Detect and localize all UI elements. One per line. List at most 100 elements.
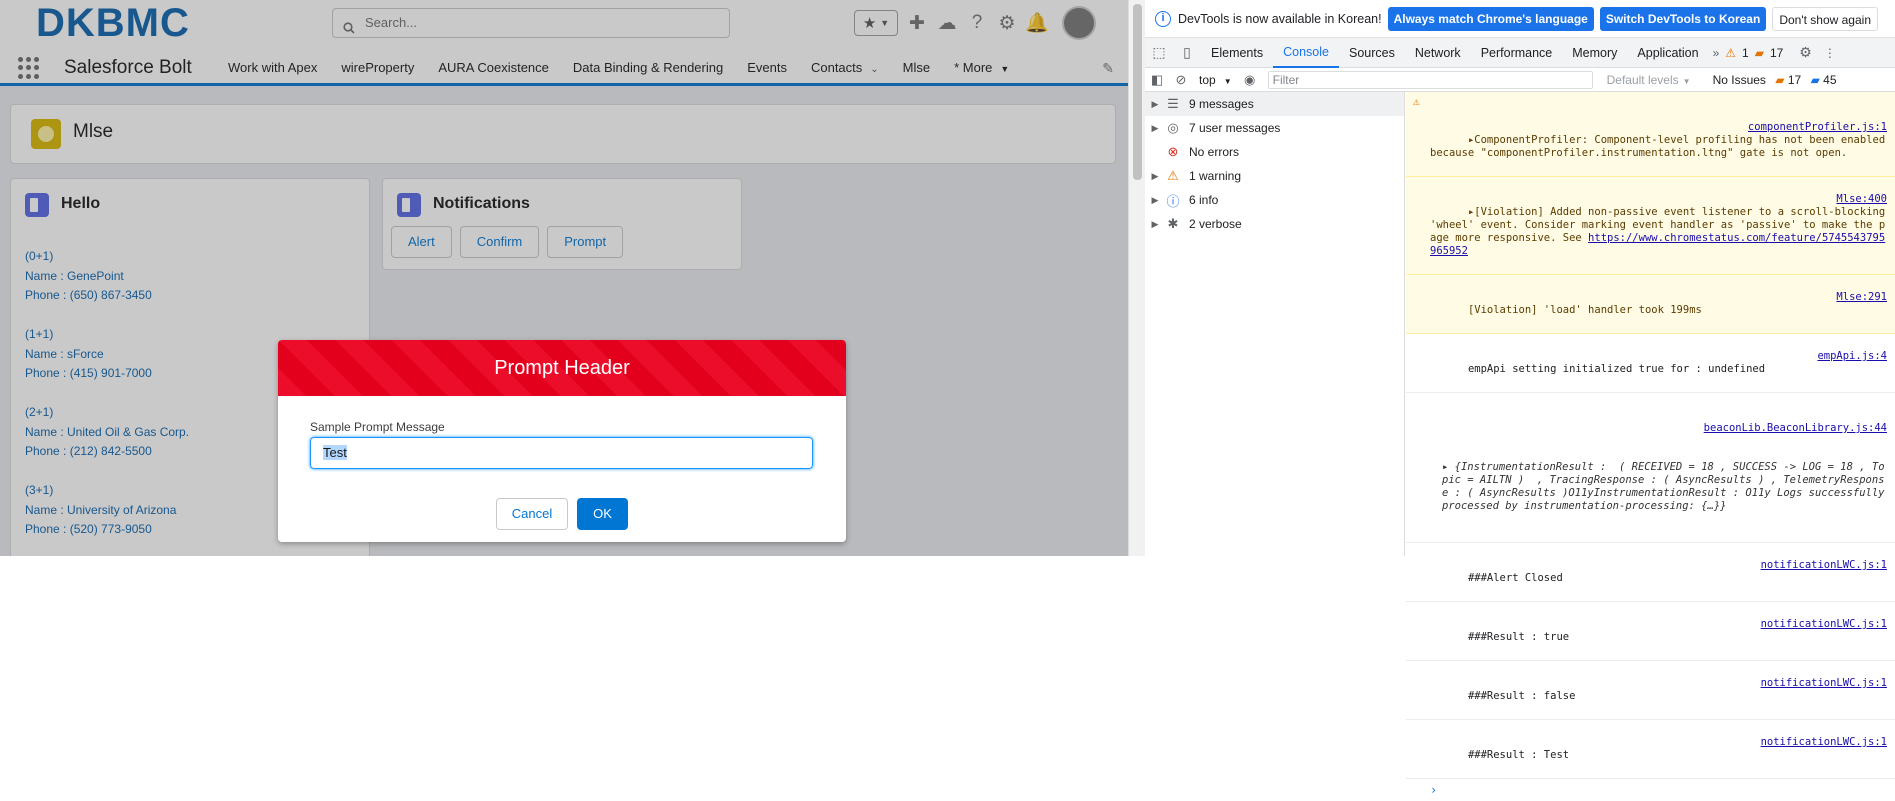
cancel-button[interactable]: Cancel — [496, 498, 568, 530]
console-message-violation: Mlse:291 [Violation] 'load' handler took… — [1406, 275, 1895, 334]
expand-arrow-icon[interactable]: ▸ — [1442, 461, 1448, 473]
modal-header: Prompt Header — [278, 340, 846, 396]
source-link[interactable]: notificationLWC.js:1 — [1761, 559, 1887, 572]
info-icon: i — [1155, 10, 1171, 27]
list-icon: ☰ — [1167, 96, 1179, 111]
message-text: [Violation] 'load' handler took 199ms — [1467, 304, 1702, 316]
sidebar-item-warnings[interactable]: ▶ ⚠ 1 warning — [1145, 164, 1404, 188]
expand-arrow-icon[interactable]: ▶ — [1145, 195, 1165, 206]
dont-show-again-button[interactable]: Don't show again — [1772, 6, 1878, 31]
page-scrollbar[interactable] — [1128, 0, 1145, 556]
filter-input[interactable]: Filter — [1267, 70, 1593, 89]
warning-count[interactable]: 1 — [1742, 46, 1749, 60]
banner-text: DevTools is now available in Korean! — [1178, 11, 1382, 26]
switch-korean-button[interactable]: Switch DevTools to Korean — [1599, 6, 1767, 31]
user-icon: ◎ — [1167, 120, 1179, 135]
console-filterbar: ◧ ⊘ top ▼ ◉ Filter Default levels ▼ No Iss… — [1145, 68, 1895, 92]
kebab-menu-icon[interactable]: ⋮ — [1824, 46, 1836, 60]
error-icon: ⊗ — [1167, 144, 1179, 159]
devtools-panel: i DevTools is now available in Korean! A… — [1145, 0, 1895, 797]
console-message: empApi.js:4 empApi setting initialized t… — [1406, 334, 1895, 393]
tab-network[interactable]: Network — [1405, 39, 1471, 67]
language-banner: i DevTools is now available in Korean! A… — [1145, 0, 1895, 38]
log-levels-label: Default levels — [1606, 72, 1679, 87]
inspect-element-icon[interactable]: ⬚ — [1145, 44, 1173, 61]
source-link[interactable]: notificationLWC.js:1 — [1761, 677, 1887, 690]
sidebar-item-verbose[interactable]: ▶ ✱ 2 verbose — [1145, 212, 1404, 236]
tab-memory[interactable]: Memory — [1562, 39, 1627, 67]
console-message: notificationLWC.js:1 ###Result : Test — [1406, 720, 1895, 779]
console-message-violation: Mlse:400 ▸[Violation] Added non-passive … — [1406, 177, 1895, 275]
console-message: notificationLWC.js:1 ###Alert Closed — [1406, 543, 1895, 602]
console-message: notificationLWC.js:1 ###Result : true — [1406, 602, 1895, 661]
sidebar-item-user-messages[interactable]: ▶ ◎ 7 user messages — [1145, 116, 1404, 140]
tab-performance[interactable]: Performance — [1471, 39, 1563, 67]
source-link[interactable]: Mlse:291 — [1836, 291, 1887, 304]
caret-down-icon: ▼ — [1223, 76, 1232, 86]
console-prompt[interactable]: › — [1406, 779, 1895, 801]
source-link[interactable]: notificationLWC.js:1 — [1761, 736, 1887, 749]
message-object[interactable]: ▸ {InstrumentationResult : ( RECEIVED = … — [1430, 461, 1887, 513]
message-text: ###Result : false — [1467, 690, 1576, 702]
more-tabs-icon[interactable]: » — [1713, 46, 1720, 60]
expand-arrow-icon[interactable]: ▶ — [1145, 99, 1165, 110]
message-text: ###Alert Closed — [1467, 572, 1563, 584]
tabbar-right: » ⚠ 1 ▰ 17 ⚙ ⋮ — [1713, 44, 1836, 61]
console-message: beaconLib.BeaconLibrary.js:44 ▸ {Instrum… — [1406, 393, 1895, 543]
console-sidebar: ▶ ☰ 9 messages ▶ ◎ 7 user messages ⊗ No error… — [1145, 92, 1405, 556]
issue-count[interactable]: 17 — [1770, 46, 1783, 60]
issues-summary[interactable]: No Issues ▰ 17 ▰ 45 — [1713, 73, 1837, 87]
source-link[interactable]: empApi.js:4 — [1817, 350, 1887, 363]
device-toolbar-icon[interactable]: ▯ — [1173, 44, 1201, 61]
ok-button[interactable]: OK — [577, 498, 628, 530]
expand-arrow-icon[interactable]: ▶ — [1145, 171, 1165, 182]
issues-label: No Issues — [1712, 72, 1766, 87]
bug-icon: ✱ — [1167, 216, 1179, 231]
sidebar-item-messages[interactable]: ▶ ☰ 9 messages — [1145, 92, 1404, 116]
issues-count-b: 45 — [1823, 72, 1837, 87]
sidebar-item-label: 1 warning — [1189, 169, 1242, 183]
sidebar-item-info[interactable]: ▶ ⓘ 6 info — [1145, 188, 1404, 212]
tab-elements[interactable]: Elements — [1201, 39, 1273, 67]
log-levels-dropdown[interactable]: Default levels ▼ — [1607, 73, 1691, 87]
source-link[interactable]: beaconLib.BeaconLibrary.js:44 — [1430, 422, 1887, 435]
sidebar-item-label: 9 messages — [1189, 97, 1254, 111]
clear-console-icon[interactable]: ⊘ — [1169, 72, 1193, 88]
match-language-button[interactable]: Always match Chrome's language — [1387, 6, 1594, 31]
source-link[interactable]: notificationLWC.js:1 — [1761, 618, 1887, 631]
eye-icon[interactable]: ◉ — [1238, 72, 1262, 88]
message-text: ###Result : Test — [1467, 749, 1570, 761]
message-text: ComponentProfiler: Component-level profi… — [1430, 134, 1892, 159]
sidebar-item-label: 2 verbose — [1189, 217, 1242, 231]
caret-down-icon: ▼ — [1682, 76, 1691, 86]
sidebar-item-label: 6 info — [1189, 193, 1219, 207]
expand-arrow-icon[interactable]: ▶ — [1145, 219, 1165, 230]
gear-icon[interactable]: ⚙ — [1799, 44, 1812, 61]
sidebar-item-label: 7 user messages — [1189, 121, 1281, 135]
salesforce-app: DKBMC Search... ★ ▼ ✚ ☁ ? ⚙ 🔔 Salesforce … — [0, 0, 1128, 556]
message-text: {InstrumentationResult : ( RECEIVED = 18… — [1442, 461, 1891, 512]
tab-sources[interactable]: Sources — [1339, 39, 1405, 67]
tab-application[interactable]: Application — [1627, 39, 1708, 67]
message-icon: ▰ — [1810, 72, 1820, 87]
sidebar-toggle-icon[interactable]: ◧ — [1145, 72, 1169, 88]
prompt-chevron-icon: › — [1430, 783, 1438, 797]
tab-console[interactable]: Console — [1273, 38, 1339, 68]
warning-icon: ⚠ — [1413, 95, 1420, 108]
sidebar-item-errors[interactable]: ⊗ No errors — [1145, 140, 1404, 164]
expand-arrow-icon[interactable]: ▶ — [1145, 123, 1165, 134]
prompt-input[interactable]: Test — [310, 437, 813, 469]
devtools-tabbar: ⬚ ▯ Elements Console Sources Network Per… — [1145, 38, 1895, 68]
context-selector[interactable]: top ▼ — [1199, 73, 1232, 87]
console-log: ⚠ componentProfiler.js:1 ▸ ComponentProfi… — [1406, 92, 1895, 797]
console-message-warning: ⚠ componentProfiler.js:1 ▸ComponentProfi… — [1406, 92, 1895, 177]
sidebar-item-label: No errors — [1189, 145, 1240, 159]
issue-icon: ▰ — [1754, 45, 1764, 60]
warning-icon: ⚠ — [1167, 168, 1179, 183]
prompt-modal: Prompt Header Sample Prompt Message Test… — [278, 340, 846, 542]
warning-icon: ⚠ — [1725, 45, 1737, 60]
source-link[interactable]: componentProfiler.js:1 — [1748, 121, 1887, 134]
scrollbar-thumb[interactable] — [1133, 4, 1142, 180]
source-link[interactable]: Mlse:400 — [1836, 193, 1887, 206]
console-message: notificationLWC.js:1 ###Result : false — [1406, 661, 1895, 720]
